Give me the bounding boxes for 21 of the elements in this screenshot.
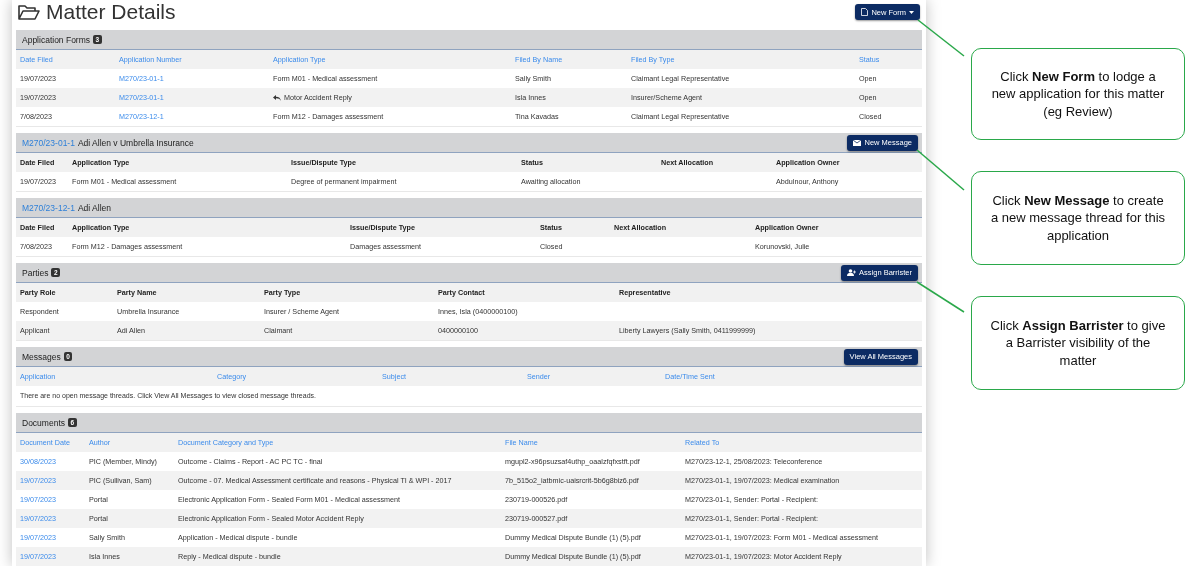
- leader-line: [917, 19, 965, 57]
- file-icon: [861, 8, 869, 16]
- section-title: Messages: [22, 351, 61, 362]
- section-title: Documents: [22, 417, 65, 428]
- reply-icon: [273, 94, 281, 101]
- person-add-icon: [847, 269, 857, 276]
- callout-text: Click Assign Barrister to give a Barrister visibility of the matter: [990, 316, 1166, 370]
- section-title: Adi Allen v Umbrella Insurance: [77, 137, 194, 148]
- leader-line: [916, 149, 965, 191]
- leader-line: [916, 281, 965, 313]
- envelope-icon: [853, 139, 862, 146]
- page-title: Matter Details: [46, 0, 176, 24]
- matter-number-link[interactable]: M270/23-01-1: [22, 137, 75, 148]
- callout-text: Click New Message to create a new message thread for this application: [990, 191, 1166, 245]
- section-title: Parties: [22, 267, 49, 278]
- folder-open-icon: [18, 3, 40, 21]
- section-title: Application Forms: [22, 34, 91, 45]
- caret-icon: [909, 10, 914, 14]
- callout-text: Click New Form to lodge a new application for this matter (eg Review): [990, 67, 1166, 121]
- matter-number-link[interactable]: M270/23-12-1: [22, 202, 75, 213]
- section-title: Adi Allen: [77, 202, 111, 213]
